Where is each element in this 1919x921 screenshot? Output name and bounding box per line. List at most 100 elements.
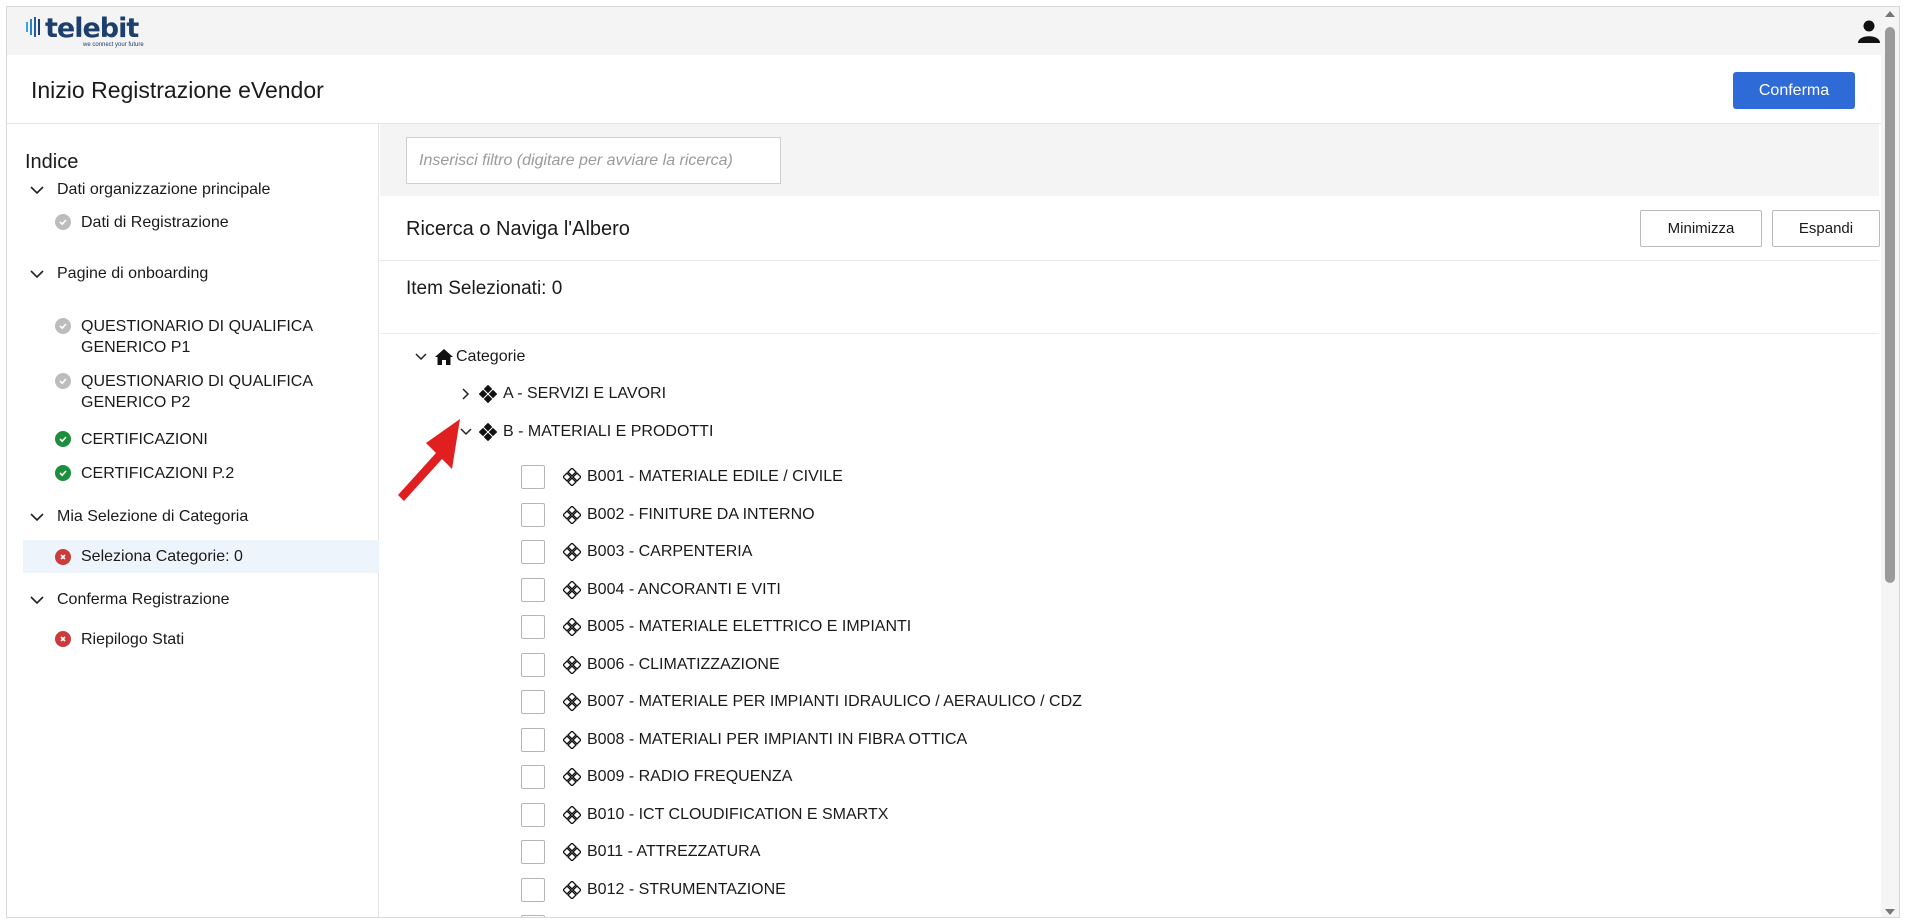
tree-leaf-item[interactable]: B009 - RADIO FREQUENZA [521,765,792,789]
telebit-logo[interactable]: telebit we connect your future [25,13,144,48]
expand-button[interactable]: Espandi [1772,210,1880,247]
category-outline-diamond-icon [563,543,581,561]
category-outline-diamond-icon [563,693,581,711]
tree-node-label: B009 - RADIO FREQUENZA [587,768,793,785]
confirm-button[interactable]: Conferma [1733,72,1855,109]
tree-node-label: B001 - MATERIALE EDILE / CIVILE [587,468,843,485]
tree-root-categorie[interactable]: Categorie [414,348,525,366]
sidebar-item-certificazioni[interactable]: CERTIFICAZIONI [55,429,355,450]
sidebar-item-questionario-p1[interactable]: QUESTIONARIO DI QUALIFICA GENERICO P1 [55,316,355,358]
section-mia-selezione-categoria[interactable]: Mia Selezione di Categoria [29,508,248,526]
tree-node-label: B011 - ATTREZZATURA [587,843,761,860]
chevron-right-icon[interactable] [459,387,473,401]
category-checkbox[interactable] [521,765,545,789]
category-outline-diamond-icon [563,468,581,486]
chevron-down-icon [30,513,44,522]
category-checkbox[interactable] [521,877,545,902]
scroll-down-arrow-icon[interactable] [1885,909,1895,915]
sidebar-item-label: QUESTIONARIO DI QUALIFICA GENERICO P1 [81,318,313,356]
category-checkbox[interactable] [521,615,545,639]
tree-leaf-item[interactable]: B013 - ANTINFORTUNISTICA / DPI [521,915,843,917]
tree-leaf-item[interactable]: B001 - MATERIALE EDILE / CIVILE [521,465,843,489]
category-outline-diamond-icon [563,880,581,899]
check-icon [55,214,71,230]
user-icon[interactable] [1857,19,1881,43]
sidebar-item-label: QUESTIONARIO DI QUALIFICA GENERICO P2 [81,373,313,411]
category-outline-diamond-icon [563,618,581,636]
category-checkbox[interactable] [521,577,545,602]
category-checkbox[interactable] [521,915,545,917]
sidebar-item-label: Dati di Registrazione [81,214,229,231]
section-label: Mia Selezione di Categoria [57,508,249,525]
filter-input[interactable] [406,137,781,184]
tree-group-b[interactable]: B - MATERIALI E PRODOTTI [459,423,713,441]
app-window: telebit we connect your future Inizio Re… [6,6,1900,918]
scrollbar-thumb[interactable] [1885,27,1895,583]
logo-waves-icon [26,17,40,37]
category-outline-diamond-icon [563,730,581,749]
error-x-icon [55,631,71,647]
tree-group-a[interactable]: A - SERVIZI E LAVORI [459,385,666,403]
section-pagine-onboarding[interactable]: Pagine di onboarding [29,265,208,283]
chevron-down-icon[interactable] [414,350,428,364]
section-dati-organizzazione[interactable]: Dati organizzazione principale [29,181,270,199]
category-checkbox[interactable] [521,652,545,677]
chevron-down-icon [30,596,44,605]
section-label: Pagine di onboarding [57,265,209,282]
tree-leaf-item[interactable]: B012 - STRUMENTAZIONE [521,877,786,902]
category-checkbox[interactable] [521,540,545,564]
tree-node-label: B005 - MATERIALE ELETTRICO E IMPIANTI [587,618,912,635]
sidebar-item-riepilogo-stati[interactable]: Riepilogo Stati [55,629,355,650]
tree-leaf-item[interactable]: B002 - FINITURE DA INTERNO [521,502,815,527]
tree-node-label: B010 - ICT CLOUDIFICATION E SMARTX [587,805,889,823]
category-outline-diamond-icon [563,655,581,674]
sidebar-index: Indice Dati organizzazione principale Da… [7,124,379,917]
sidebar-item-certificazioni-p2[interactable]: CERTIFICAZIONI P.2 [55,463,355,484]
tree-leaf-item[interactable]: B011 - ATTREZZATURA [521,840,760,864]
title-bar: Inizio Registrazione eVendor Conferma [7,55,1899,124]
sidebar-item-seleziona-categorie[interactable]: Seleziona Categorie: 0 [23,540,379,573]
category-outline-diamond-icon [563,805,581,824]
tree-node-label: B003 - CARPENTERIA [587,543,753,560]
category-checkbox[interactable] [521,690,545,714]
sidebar-item-questionario-p2[interactable]: QUESTIONARIO DI QUALIFICA GENERICO P2 [55,371,355,413]
sidebar-item-dati-registrazione[interactable]: Dati di Registrazione [55,212,355,233]
category-checkbox[interactable] [521,802,545,827]
tree-leaf-item[interactable]: B007 - MATERIALE PER IMPIANTI IDRAULICO … [521,690,1082,714]
category-checkbox[interactable] [521,840,545,864]
tree-leaf-item[interactable]: B008 - MATERIALI PER IMPIANTI IN FIBRA O… [521,727,968,752]
tree-node-label: B008 - MATERIALI PER IMPIANTI IN FIBRA O… [587,730,968,748]
tree-leaf-item[interactable]: B004 - ANCORANTI E VITI [521,577,781,602]
sidebar-item-label: Riepilogo Stati [81,631,185,648]
error-x-icon [55,548,71,565]
check-icon [55,465,71,481]
filter-bar [380,124,1879,196]
category-checkbox[interactable] [521,465,545,489]
tree-leaf-item[interactable]: B010 - ICT CLOUDIFICATION E SMARTX [521,802,889,827]
check-icon [55,318,71,334]
home-icon [435,349,453,365]
sidebar-item-label: CERTIFICAZIONI P.2 [81,465,235,482]
logo-wordmark: telebit [45,13,139,44]
tree-leaf-item[interactable]: B003 - CARPENTERIA [521,540,752,564]
category-outline-diamond-icon [563,580,581,599]
sidebar-title: Indice [25,151,79,173]
category-diamond-icon [479,385,497,403]
tree-node-label: B007 - MATERIALE PER IMPIANTI IDRAULICO … [587,693,1082,710]
section-conferma-registrazione[interactable]: Conferma Registrazione [29,591,230,609]
main-panel: Ricerca o Naviga l'Albero Minimizza Espa… [380,124,1880,917]
category-checkbox[interactable] [521,502,545,527]
chevron-down-icon [30,186,44,195]
minimize-button[interactable]: Minimizza [1640,210,1762,247]
tree-node-label: Categorie [456,348,526,365]
category-checkbox[interactable] [521,727,545,752]
tree-leaf-item[interactable]: B006 - CLIMATIZZAZIONE [521,652,780,677]
chevron-down-icon [30,270,44,279]
vertical-scrollbar[interactable] [1881,7,1899,917]
tree-leaf-item[interactable]: B005 - MATERIALE ELETTRICO E IMPIANTI [521,615,911,639]
scroll-up-arrow-icon[interactable] [1885,11,1895,17]
selected-count: Item Selezionati: 0 [406,278,563,299]
tree-node-label: A - SERVIZI E LAVORI [503,385,667,402]
logo-tagline: we connect your future [83,42,144,48]
section-label: Conferma Registrazione [57,591,230,608]
